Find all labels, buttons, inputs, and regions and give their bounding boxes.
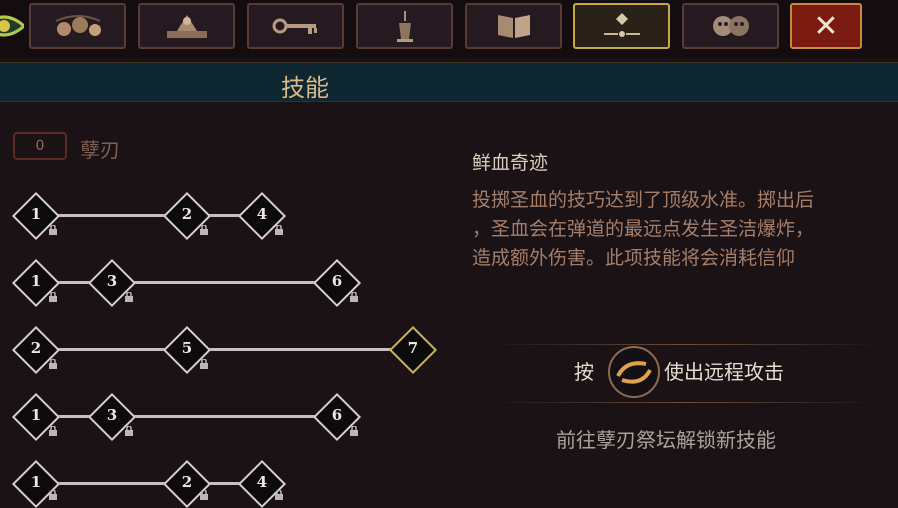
skill-description: 投掷圣血的技巧达到了顶级水准。掷出后 ，圣血会在弹道的最远点发生圣洁爆炸， 造成… <box>472 189 815 269</box>
control-hint-suffix: 使出远程攻击 <box>664 360 784 384</box>
skill-connector <box>200 348 410 351</box>
close-button[interactable]: ✕ <box>790 3 862 49</box>
skill-node-label: 1 <box>30 473 42 491</box>
masks-icon <box>712 16 749 36</box>
altar-icon <box>166 15 207 38</box>
lock-icon <box>125 292 133 302</box>
skill-node-label: 5 <box>181 339 193 357</box>
skill-connector <box>120 415 340 418</box>
keys-icon <box>272 18 317 34</box>
lock-icon <box>350 426 358 436</box>
tab-keys[interactable] <box>247 3 344 49</box>
ranged-attack-button-icon <box>608 346 660 398</box>
control-hint-prefix: 按 <box>574 360 594 384</box>
skill-node-label: 6 <box>331 272 343 290</box>
divider <box>490 402 880 403</box>
top-tab-bar: ✕ <box>0 0 898 58</box>
lock-icon <box>49 359 57 369</box>
lock-icon <box>350 292 358 302</box>
lock-icon <box>49 426 57 436</box>
book-icon <box>497 15 530 38</box>
skill-node-label: 7 <box>407 339 419 357</box>
lock-icon <box>49 292 57 302</box>
eye-icon[interactable] <box>0 8 24 44</box>
trinkets-icon <box>55 15 101 36</box>
skill-connector <box>120 281 340 284</box>
tab-masks[interactable] <box>682 3 779 49</box>
skill-node-label: 4 <box>256 205 268 223</box>
section-header: 技能 <box>0 62 898 102</box>
divider <box>490 344 880 345</box>
lock-icon <box>49 225 57 235</box>
unlock-hint: 前往孽刃祭坛解锁新技能 <box>556 428 776 452</box>
skill-node-label: 6 <box>331 406 343 424</box>
skill-node-label: 1 <box>30 205 42 223</box>
skill-node-label: 4 <box>256 473 268 491</box>
tab-lantern[interactable] <box>356 3 453 49</box>
tab-book[interactable] <box>465 3 562 49</box>
tab-trinkets[interactable] <box>29 3 126 49</box>
skill-node-label: 3 <box>106 272 118 290</box>
skill-icon <box>603 13 640 37</box>
skill-title: 鲜血奇迹 <box>472 152 549 174</box>
lock-icon <box>200 359 208 369</box>
lock-icon <box>200 225 208 235</box>
lock-icon <box>125 426 133 436</box>
skill-points-counter: 0 <box>13 132 67 160</box>
skill-node-label: 3 <box>106 406 118 424</box>
lock-icon <box>200 490 208 500</box>
skill-node-label: 2 <box>181 205 193 223</box>
lock-icon <box>275 225 283 235</box>
tab-altar[interactable] <box>138 3 235 49</box>
skill-node-label: 2 <box>181 473 193 491</box>
lock-icon <box>275 490 283 500</box>
skill-node-label: 1 <box>30 406 42 424</box>
lantern-icon <box>396 11 413 42</box>
skill-node-label: 2 <box>30 339 42 357</box>
close-icon: ✕ <box>813 8 839 44</box>
page-title: 技能 <box>281 74 329 102</box>
skill-node-label: 1 <box>30 272 42 290</box>
tab-skill[interactable] <box>573 3 670 49</box>
weapon-name: 孽刃 <box>80 138 120 162</box>
lock-icon <box>49 490 57 500</box>
